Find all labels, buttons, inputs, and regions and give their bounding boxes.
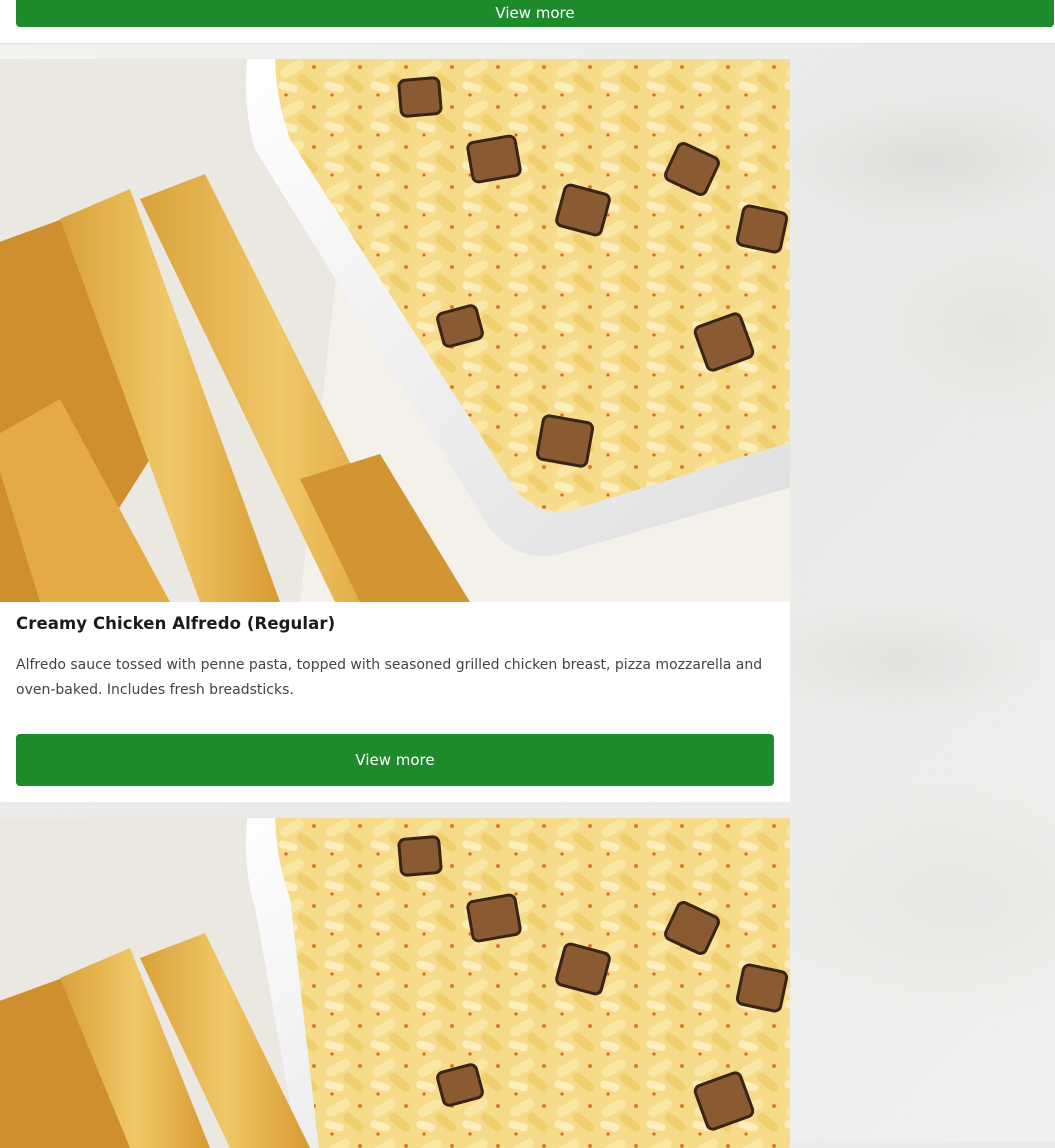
- view-more-button-label: View more: [495, 3, 575, 22]
- view-more-button[interactable]: View more: [16, 0, 1054, 27]
- product-image[interactable]: [0, 59, 790, 602]
- view-more-button-label: View more: [355, 751, 435, 769]
- product-card-next: [0, 818, 790, 1148]
- product-card-previous: View more: [0, 0, 1055, 44]
- view-more-button[interactable]: View more: [16, 734, 774, 786]
- product-description: Alfredo sauce tossed with penne pasta, t…: [16, 657, 763, 698]
- product-card: Creamy Chicken Alfredo (Regular) Alfredo…: [0, 59, 790, 802]
- product-title[interactable]: Creamy Chicken Alfredo (Regular): [16, 614, 335, 633]
- product-image[interactable]: [0, 818, 790, 1148]
- pasta-photo: [0, 818, 790, 1148]
- pasta-photo: [0, 59, 790, 602]
